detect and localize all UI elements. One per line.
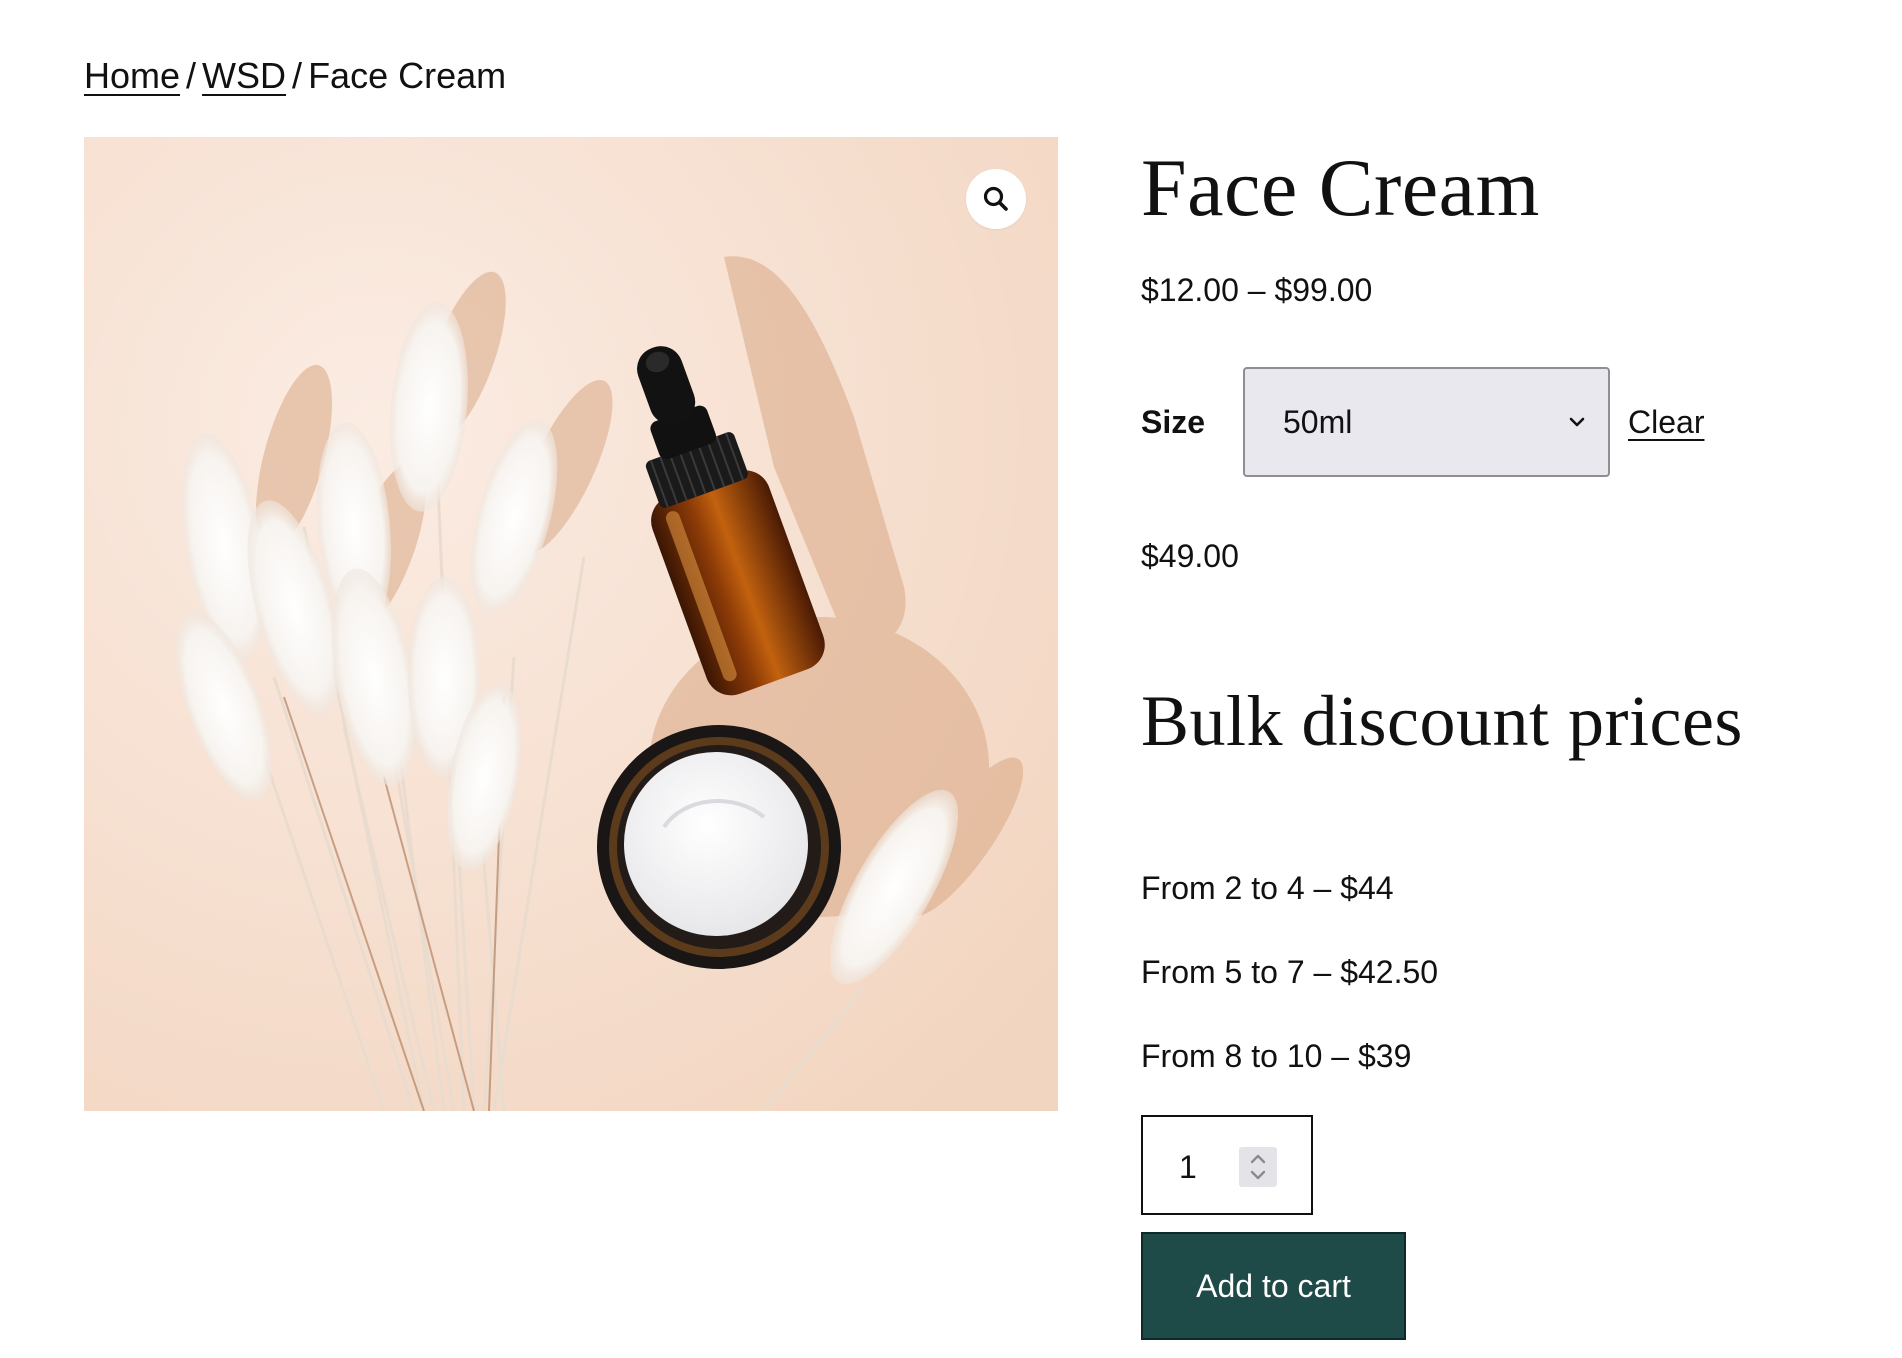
product-page: Home / WSD / Face Cream Face Cream $12.0… bbox=[0, 0, 1902, 1358]
bulk-discount-heading: Bulk discount prices bbox=[1141, 681, 1743, 761]
size-select[interactable]: 50ml bbox=[1243, 367, 1610, 477]
chevron-down-icon bbox=[1569, 417, 1585, 427]
quantity-stepper[interactable] bbox=[1239, 1147, 1277, 1187]
price-range: $12.00 – $99.00 bbox=[1141, 272, 1373, 308]
bulk-tier-item: From 5 to 7 – $42.50 bbox=[1141, 954, 1439, 990]
breadcrumb-home-link[interactable]: Home bbox=[84, 55, 180, 96]
breadcrumb-current: Face Cream bbox=[308, 55, 507, 96]
bulk-tier-item: From 2 to 4 – $44 bbox=[1141, 870, 1394, 906]
magnifier-icon bbox=[983, 186, 1008, 211]
breadcrumb-separator: / bbox=[292, 55, 303, 96]
variation-row: Size 50ml Clear bbox=[1141, 366, 1704, 478]
quantity-value: 1 bbox=[1179, 1149, 1197, 1185]
bulk-tier-item: From 8 to 10 – $39 bbox=[1141, 1038, 1412, 1074]
breadcrumb: Home / WSD / Face Cream bbox=[84, 52, 506, 100]
breadcrumb-separator: / bbox=[186, 55, 197, 96]
size-select-value: 50ml bbox=[1283, 403, 1353, 440]
zoom-button[interactable] bbox=[966, 169, 1026, 229]
product-title: Face Cream bbox=[1141, 142, 1540, 233]
product-photo-illustration bbox=[84, 137, 1058, 1111]
breadcrumb-category-link[interactable]: WSD bbox=[202, 55, 286, 96]
variation-price: $49.00 bbox=[1141, 538, 1239, 574]
add-to-cart-button[interactable]: Add to cart bbox=[1141, 1232, 1406, 1340]
product-image[interactable] bbox=[84, 137, 1058, 1111]
quantity-input[interactable]: 1 bbox=[1141, 1115, 1313, 1215]
size-label: Size bbox=[1141, 403, 1206, 440]
clear-variation-link[interactable]: Clear bbox=[1628, 404, 1704, 441]
stepper-arrows-icon bbox=[1250, 1154, 1266, 1180]
